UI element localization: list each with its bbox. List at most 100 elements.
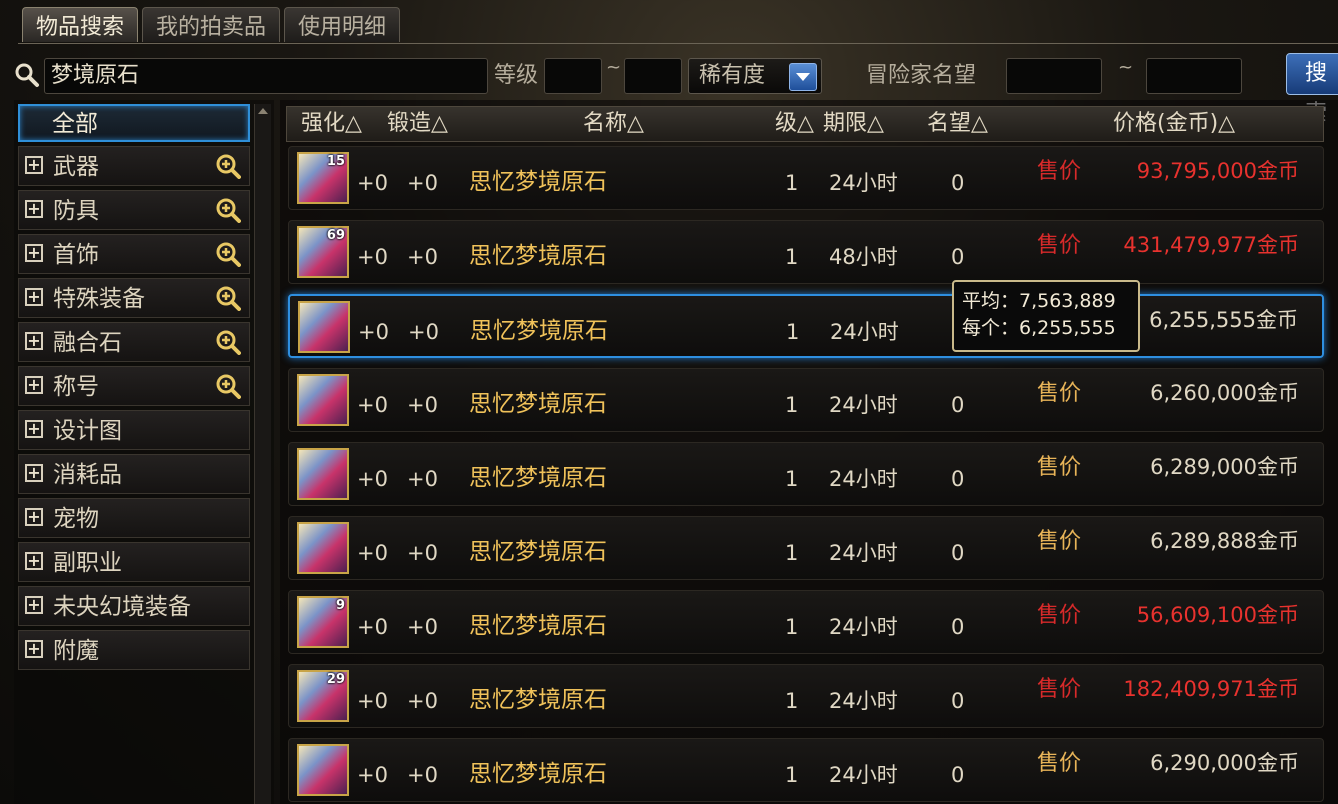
scroll-up-icon[interactable] [258,108,268,114]
category-label: 特殊装备 [53,286,145,312]
item-icon [297,374,349,426]
expand-plus-icon[interactable]: + [25,244,43,262]
result-row[interactable]: +0 +0 思忆梦境原石 1 24小时 0 售价 6,260,000金币 [288,368,1324,432]
level-value: 1 [786,320,800,344]
item-icon [297,522,349,574]
result-row[interactable]: +0+0思忆梦境原石124小时06,255,555金币 [288,294,1324,358]
result-row[interactable]: 29 +0 +0 思忆梦境原石 1 24小时 0 售价 182,409,971金币 [288,664,1324,728]
fame-value: 0 [951,467,965,491]
search-icon [15,63,39,87]
level-value: 1 [785,615,799,639]
category-item[interactable]: + 宠物 [18,498,250,538]
expand-plus-icon[interactable]: + [25,420,43,438]
category-label: 宠物 [53,506,99,532]
tab-my-auctions[interactable]: 我的拍卖品 [142,7,281,42]
expand-plus-icon[interactable]: + [25,200,43,218]
category-item[interactable]: + 防具 [18,190,250,230]
item-name: 思忆梦境原石 [469,761,607,787]
category-item[interactable]: + 副职业 [18,542,250,582]
duration-value: 24小时 [829,171,898,195]
level-min-input[interactable] [544,58,602,94]
result-row[interactable]: +0 +0 思忆梦境原石 1 24小时 0 售价 6,289,888金币 [288,516,1324,580]
item-name: 思忆梦境原石 [469,243,607,269]
duration-value: 24小时 [829,541,898,565]
category-item[interactable]: + 未央幻境装备 [18,586,250,626]
expand-plus-icon[interactable]: + [25,288,43,306]
fame-value: 0 [951,171,965,195]
zoom-in-icon[interactable] [215,197,241,223]
category-scrollbar[interactable] [254,104,271,804]
result-row[interactable]: +0 +0 思忆梦境原石 1 24小时 0 售价 6,290,000金币 [288,738,1324,802]
level-value: 1 [785,245,799,269]
category-item[interactable]: + 武器 [18,146,250,186]
expand-plus-icon[interactable]: + [25,376,43,394]
level-value: 1 [785,763,799,787]
expand-plus-icon[interactable]: + [25,508,43,526]
enhance-value: +0 [357,615,388,639]
search-input[interactable]: 梦境原石 [44,58,488,94]
level-label: 等级 [494,63,539,88]
category-item[interactable]: + 融合石 [18,322,250,362]
col-enhance[interactable]: 强化△ [301,107,362,141]
expand-plus-icon[interactable]: + [25,332,43,350]
col-forge[interactable]: 锻造△ [387,107,448,141]
forge-value: +0 [407,245,438,269]
forge-value: +0 [407,393,438,417]
fame-min-input[interactable] [1006,58,1102,94]
category-label: 附魔 [53,638,99,664]
stack-count: 69 [326,228,345,243]
stack-count: 9 [335,598,345,613]
fame-value: 0 [951,245,965,269]
category-item-all[interactable]: 全部 [18,104,250,142]
item-icon [297,448,349,500]
tab-usage-details[interactable]: 使用明细 [284,7,401,42]
expand-plus-icon[interactable]: + [25,156,43,174]
category-item[interactable]: + 称号 [18,366,250,406]
col-name[interactable]: 名称△ [583,107,644,141]
level-value: 1 [785,467,799,491]
category-item[interactable]: + 消耗品 [18,454,250,494]
zoom-in-icon[interactable] [215,329,241,355]
category-item[interactable]: + 设计图 [18,410,250,450]
expand-plus-icon[interactable]: + [25,596,43,614]
search-bar: 梦境原石 等级 ~ 稀有度 冒险家名望 ~ 搜索 [0,53,1338,126]
chevron-down-icon[interactable] [789,63,817,91]
result-row[interactable]: 15 +0 +0 思忆梦境原石 1 24小时 0 售价 93,795,000金币 [288,146,1324,210]
price-value: 6,289,888金币 [1150,529,1299,553]
price-tooltip: 平均：7,563,889 每个：6,255,555 [952,280,1140,352]
rarity-dropdown[interactable]: 稀有度 [688,58,822,94]
stack-count: 15 [326,154,345,169]
category-item[interactable]: + 特殊装备 [18,278,250,318]
expand-plus-icon[interactable]: + [25,552,43,570]
zoom-in-icon[interactable] [215,285,241,311]
enhance-value: +0 [357,467,388,491]
price-value: 56,609,100金币 [1136,603,1299,627]
category-item[interactable]: + 首饰 [18,234,250,274]
level-max-input[interactable] [624,58,682,94]
enhance-value: +0 [358,320,389,344]
item-name: 思忆梦境原石 [469,613,607,639]
col-price[interactable]: 价格(金币)△ [1113,107,1235,141]
expand-plus-icon[interactable]: + [25,464,43,482]
result-row[interactable]: 69 +0 +0 思忆梦境原石 1 48小时 0 售价 431,479,977金币 [288,220,1324,284]
price-value: 6,290,000金币 [1150,751,1299,775]
col-duration[interactable]: 期限△ [823,107,884,141]
tab-item-search[interactable]: 物品搜索 [22,7,139,42]
col-level[interactable]: 级△ [775,107,814,141]
fame-max-input[interactable] [1146,58,1242,94]
category-item[interactable]: + 附魔 [18,630,250,670]
col-fame[interactable]: 名望△ [927,107,988,141]
result-row[interactable]: 9 +0 +0 思忆梦境原石 1 24小时 0 售价 56,609,100金币 [288,590,1324,654]
zoom-in-icon[interactable] [215,373,241,399]
result-row[interactable]: +0 +0 思忆梦境原石 1 24小时 0 售价 6,289,000金币 [288,442,1324,506]
duration-value: 24小时 [829,393,898,417]
price-value: 6,260,000金币 [1150,381,1299,405]
search-button[interactable]: 搜索 [1286,53,1338,126]
enhance-value: +0 [357,541,388,565]
item-icon: 15 [297,152,349,204]
zoom-in-icon[interactable] [215,241,241,267]
expand-plus-icon[interactable]: + [25,640,43,658]
duration-value: 48小时 [829,245,898,269]
stack-count: 29 [326,672,345,687]
zoom-in-icon[interactable] [215,153,241,179]
